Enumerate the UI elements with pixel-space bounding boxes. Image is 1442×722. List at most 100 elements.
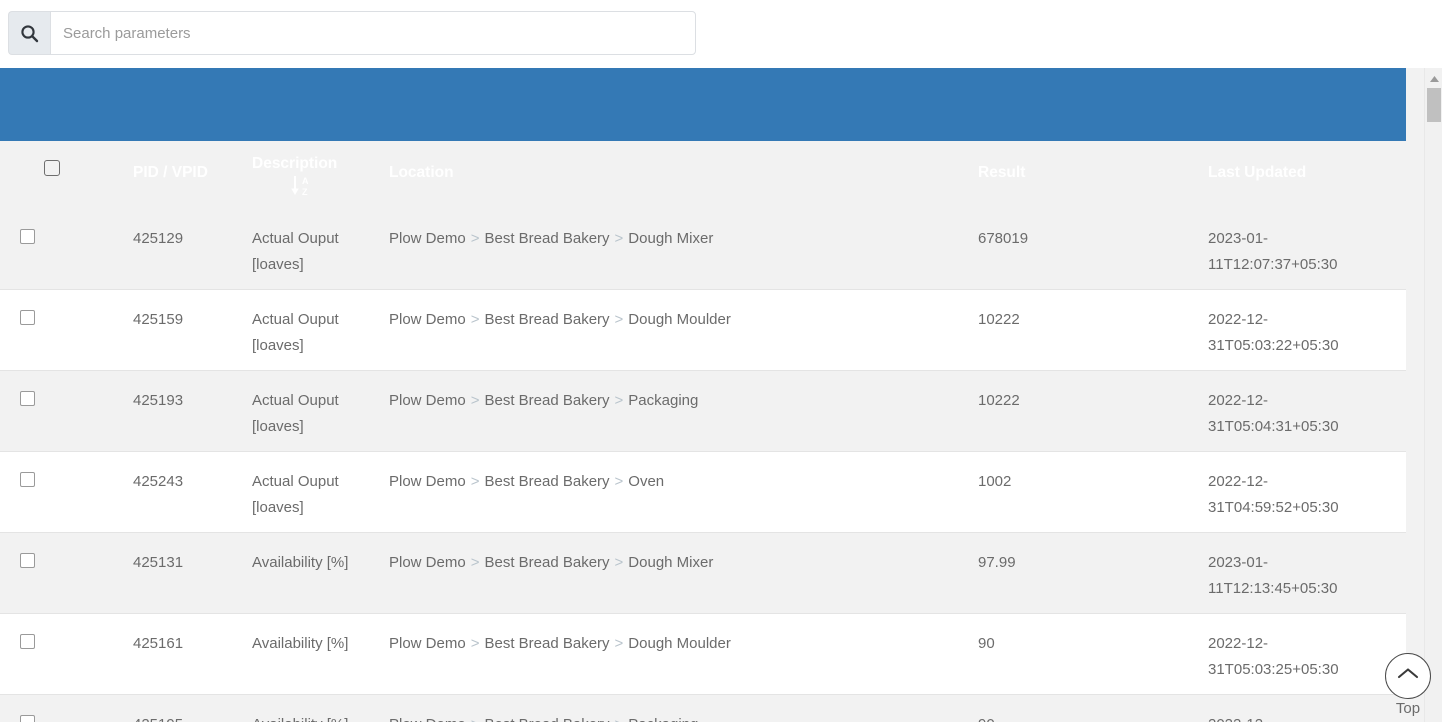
breadcrumb-separator-icon: > (470, 230, 480, 247)
breadcrumb-separator-icon: > (466, 716, 485, 722)
column-header-pid[interactable]: PID / VPID (133, 164, 208, 182)
cell-location: Plow Demo>Best Bread Bakery>Packaging (389, 388, 698, 414)
chevron-up-icon (1396, 666, 1420, 686)
table-row[interactable]: 425159 Actual Ouput [loaves] Plow Demo > Bes… (0, 290, 1406, 371)
scroll-to-top-circle (1385, 653, 1431, 699)
cell-description: Actual Ouput [loaves] (252, 311, 339, 354)
table-row[interactable]: 425193 Actual Ouput [loaves] Plow Demo > Bes… (0, 371, 1406, 452)
cell-description: Actual Ouput [loaves] (252, 473, 339, 516)
breadcrumb-part: Plow Demo (389, 230, 466, 247)
cell-location: Plow Demo > Best Bread Bakery > Dough Mixer (389, 226, 713, 252)
breadcrumb-separator-icon: > (614, 473, 624, 490)
cell-location: Plow Demo > Best Bread Bakery > Dough Moulde… (389, 631, 731, 657)
cell-result: 10222 (978, 392, 1020, 409)
breadcrumb-separator-icon: > (470, 554, 480, 571)
breadcrumb-part: Dough Mixer (628, 230, 714, 247)
breadcrumb-separator-icon: > (614, 311, 624, 328)
checkbox-box[interactable] (20, 634, 35, 649)
column-header-result[interactable]: Result (978, 164, 1025, 182)
cell-result: 97.99 (978, 554, 1016, 571)
breadcrumb-separator-icon: > (470, 392, 480, 409)
search-button[interactable] (8, 11, 50, 55)
breadcrumb-part: Packaging (628, 716, 698, 722)
cell-last-updated: 2023-01-11T12:13:45+05:30 (1208, 554, 1338, 597)
column-header-last-updated[interactable]: Last Updated (1208, 164, 1306, 182)
column-header-description[interactable]: Description (252, 155, 337, 173)
breadcrumb-part: Packaging (628, 392, 699, 409)
breadcrumb-separator-icon: > (470, 635, 480, 652)
row-select-checkbox[interactable] (20, 472, 35, 487)
checkbox-box[interactable] (20, 310, 35, 325)
svg-text:A: A (302, 176, 309, 186)
breadcrumb-part: Best Bread Bakery (484, 230, 610, 247)
vertical-scrollbar[interactable] (1424, 68, 1442, 722)
row-select-checkbox[interactable] (20, 715, 35, 722)
breadcrumb-part: Dough Mixer (628, 554, 714, 571)
breadcrumb-part: Best Bread Bakery (484, 635, 610, 652)
row-select-checkbox[interactable] (20, 634, 35, 649)
select-all-checkbox[interactable] (44, 160, 60, 176)
checkbox-box[interactable] (20, 229, 35, 244)
row-select-checkbox[interactable] (20, 553, 35, 568)
sort-alpha-asc-icon[interactable]: A Z (290, 174, 312, 198)
breadcrumb-part: Dough Moulder (628, 311, 731, 328)
breadcrumb-separator-icon: > (614, 392, 624, 409)
cell-pid: 425131 (133, 554, 184, 571)
table-row[interactable]: 425195Availability [%]Plow Demo>Best Bre… (0, 695, 1406, 722)
table-header-row (0, 68, 1406, 141)
cell-location: Plow Demo > Best Bread Bakery > Dough Moulde… (389, 307, 731, 333)
breadcrumb-part: Dough Moulder (628, 635, 731, 652)
cell-description: Actual Ouput [loaves] (252, 392, 339, 435)
breadcrumb-part: Best Bread Bakery (484, 392, 610, 409)
search-input[interactable] (50, 11, 696, 55)
scroll-up-arrow-icon[interactable] (1425, 71, 1442, 87)
cell-pid: 425161 (133, 635, 184, 652)
breadcrumb-part: Plow Demo (389, 473, 466, 490)
breadcrumb-separator-icon: > (610, 716, 629, 722)
breadcrumb-separator-icon: > (470, 473, 480, 490)
scrollbar-thumb[interactable] (1427, 88, 1441, 122)
breadcrumb-part: Plow Demo (389, 554, 466, 571)
row-select-checkbox[interactable] (20, 391, 35, 406)
checkbox-box[interactable] (20, 715, 35, 722)
checkbox-box[interactable] (20, 472, 35, 487)
checkbox-box[interactable] (20, 391, 35, 406)
cell-pid: 425193 (133, 392, 184, 409)
cell-last-updated: 2022-12-31T05:03:22+05:30 (1208, 311, 1339, 354)
breadcrumb-part: Plow Demo (389, 392, 466, 409)
cell-result: 1002 (978, 473, 1012, 490)
cell-result: 10222 (978, 311, 1020, 328)
breadcrumb-part: Best Bread Bakery (484, 716, 609, 722)
table-row[interactable]: 425131 Availability [%] Plow Demo > Best Bre… (0, 533, 1406, 614)
breadcrumb-separator-icon: > (470, 311, 480, 328)
row-select-checkbox[interactable] (20, 229, 35, 244)
scroll-to-top-label: Top (1395, 700, 1421, 717)
parameters-table: PID / VPID Description A Z Location Resu… (0, 68, 1442, 722)
cell-last-updated: 2022-12-31T05:04:31+05:30 (1208, 392, 1339, 435)
table-row[interactable]: 425161 Availability [%] Plow Demo > Best Bre… (0, 614, 1406, 695)
checkbox-box[interactable] (20, 553, 35, 568)
cell-pid: 425195 (133, 712, 183, 722)
cell-last-updated: 2023-01-11T12:07:37+05:30 (1208, 230, 1338, 273)
cell-last-updated: 2022-12-31T05:04:34+05:30 (1208, 712, 1383, 722)
cell-result: 90 (978, 712, 995, 722)
scroll-to-top-button[interactable]: Top (1382, 653, 1434, 718)
breadcrumb-part: Oven (628, 473, 665, 490)
cell-pid: 425129 (133, 230, 184, 247)
breadcrumb-part: Plow Demo (389, 716, 466, 722)
cell-location: Plow Demo>Best Bread Bakery>Packaging (389, 712, 698, 722)
table-row[interactable]: 425243 Actual Ouput [loaves] Plow Demo > Bes… (0, 452, 1406, 533)
cell-description: Availability [%] (252, 635, 349, 652)
cell-description: Actual Ouput [loaves] (252, 230, 339, 273)
search-icon (20, 24, 39, 43)
breadcrumb-part: Plow Demo (389, 311, 466, 328)
column-header-location[interactable]: Location (389, 164, 454, 182)
row-select-checkbox[interactable] (20, 310, 35, 325)
table-body: 425129 Actual Ouput [loaves] Plow Demo > Bes… (0, 209, 1406, 722)
parameters-page: PID / VPID Description A Z Location Resu… (0, 0, 1442, 722)
table-row[interactable]: 425129 Actual Ouput [loaves] Plow Demo > Bes… (0, 209, 1406, 290)
svg-text:Z: Z (302, 187, 308, 197)
cell-description: Availability [%] (252, 712, 377, 722)
cell-pid: 425243 (133, 473, 184, 490)
cell-result: 678019 (978, 230, 1029, 247)
